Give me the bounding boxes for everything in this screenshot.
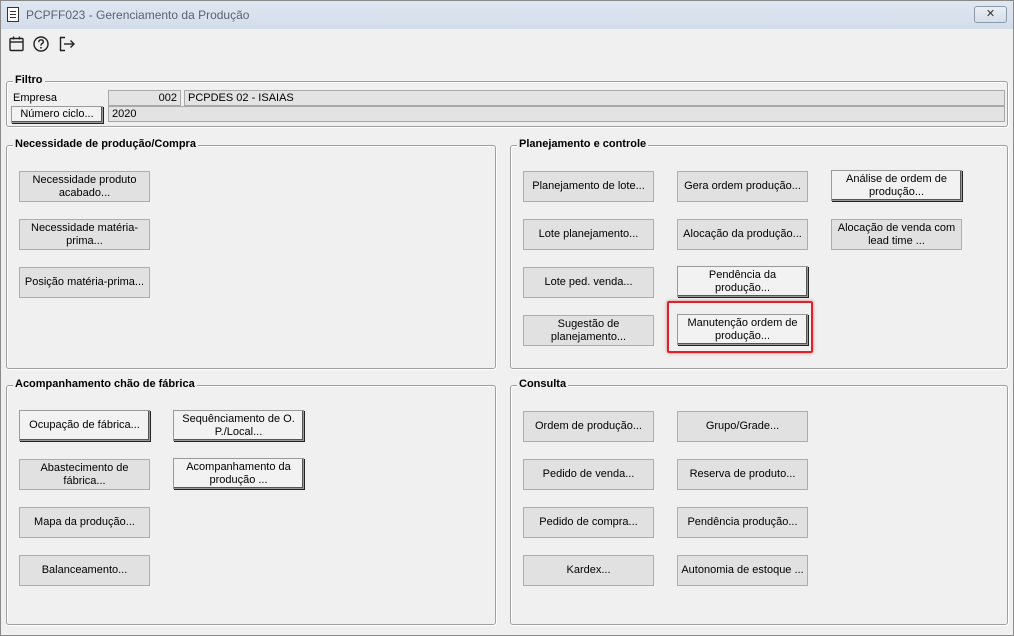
- acompanhamento-legend: Acompanhamento chão de fábrica: [13, 378, 197, 390]
- numero-ciclo-button[interactable]: Número ciclo...: [11, 106, 103, 123]
- gera-ordem-producao-button[interactable]: Gera ordem produção...: [677, 171, 808, 202]
- highlight-box: [667, 301, 813, 353]
- abastecimento-fabrica-button[interactable]: Abastecimento de fábrica...: [19, 459, 150, 490]
- alocacao-producao-button[interactable]: Alocação da produção...: [677, 219, 808, 250]
- ocupacao-fabrica-button[interactable]: Ocupação de fábrica...: [19, 410, 150, 441]
- empresa-code-field[interactable]: 002: [108, 90, 181, 106]
- mapa-producao-button[interactable]: Mapa da produção...: [19, 507, 150, 538]
- sequenciamento-op-button[interactable]: Sequênciamento de O. P./Local...: [173, 410, 304, 441]
- calendar-icon[interactable]: [8, 35, 26, 53]
- empresa-label: Empresa: [13, 92, 58, 104]
- sugestao-planejamento-button[interactable]: Sugestão de planejamento...: [523, 315, 654, 346]
- pendencia-producao-button[interactable]: Pendência da produção...: [677, 266, 808, 297]
- grupo-grade-button[interactable]: Grupo/Grade...: [677, 411, 808, 442]
- toolbar: [1, 29, 1013, 59]
- alocacao-venda-lead-time-button[interactable]: Alocação de venda com lead time ...: [831, 219, 962, 250]
- pendencia-producao-consulta-button[interactable]: Pendência produção...: [677, 507, 808, 538]
- necessidade-produto-acabado-button[interactable]: Necessidade produto acabado...: [19, 171, 150, 202]
- planejamento-lote-button[interactable]: Planejamento de lote...: [523, 171, 654, 202]
- window-title: PCPFF023 - Gerenciamento da Produção: [26, 8, 250, 22]
- empresa-name-field: PCPDES 02 - ISAIAS: [184, 90, 1005, 106]
- posicao-materia-prima-button[interactable]: Posição matéria-prima...: [19, 267, 150, 298]
- analise-ordem-producao-button[interactable]: Análise de ordem de produção...: [831, 170, 962, 201]
- filter-legend: Filtro: [13, 74, 45, 86]
- lote-planejamento-button[interactable]: Lote planejamento...: [523, 219, 654, 250]
- pedido-compra-button[interactable]: Pedido de compra...: [523, 507, 654, 538]
- help-icon[interactable]: [32, 35, 50, 53]
- reserva-produto-button[interactable]: Reserva de produto...: [677, 459, 808, 490]
- lote-ped-venda-button[interactable]: Lote ped. venda...: [523, 267, 654, 298]
- main-window: PCPFF023 - Gerenciamento da Produção ✕ F…: [0, 0, 1014, 636]
- document-icon: [7, 7, 19, 22]
- close-button[interactable]: ✕: [974, 6, 1007, 23]
- acompanhamento-producao-button[interactable]: Acompanhamento da produção ...: [173, 458, 304, 489]
- kardex-button[interactable]: Kardex...: [523, 555, 654, 586]
- ordem-producao-button[interactable]: Ordem de produção...: [523, 411, 654, 442]
- title-bar: PCPFF023 - Gerenciamento da Produção ✕: [1, 1, 1013, 29]
- necessidade-legend: Necessidade de produção/Compra: [13, 138, 198, 150]
- balanceamento-button[interactable]: Balanceamento...: [19, 555, 150, 586]
- ciclo-field[interactable]: 2020: [108, 106, 1005, 122]
- planejamento-legend: Planejamento e controle: [517, 138, 649, 150]
- necessidade-materia-prima-button[interactable]: Necessidade matéria-prima...: [19, 219, 150, 250]
- consulta-legend: Consulta: [517, 378, 569, 390]
- exit-icon[interactable]: [58, 35, 76, 53]
- autonomia-estoque-button[interactable]: Autonomia de estoque ...: [677, 555, 808, 586]
- pedido-venda-button[interactable]: Pedido de venda...: [523, 459, 654, 490]
